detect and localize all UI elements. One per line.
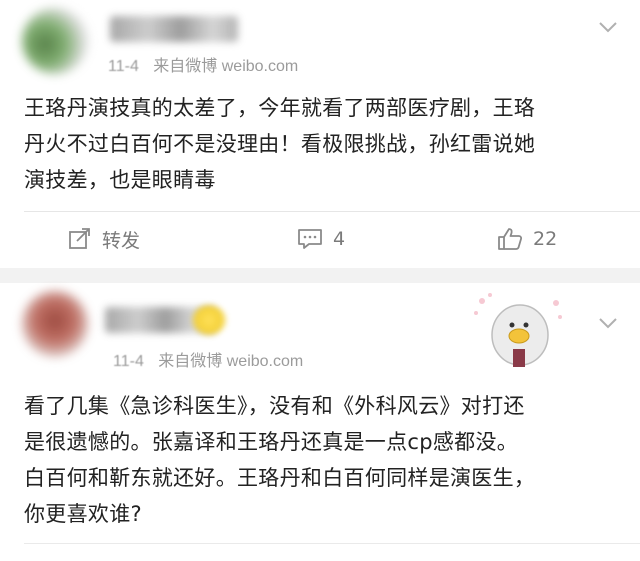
duck-sticker-icon xyxy=(474,293,562,367)
post-text-line: 演技差，也是眼睛毒 xyxy=(24,168,216,192)
repost-button[interactable]: 转发 xyxy=(68,217,140,261)
post-text-line: 你更喜欢谁? xyxy=(24,502,142,526)
repost-label: 转发 xyxy=(102,229,141,252)
avatar[interactable] xyxy=(22,8,88,74)
like-count: 22 xyxy=(533,228,558,250)
weibo-comment-feed: 11-4 来自微博 weibo.com 王珞丹演技真的太差了，今年就看了两部医疗… xyxy=(0,0,640,561)
post-text: 王珞丹演技真的太差了，今年就看了两部医疗剧，王珞 丹火不过白百何不是没理由！看极… xyxy=(24,90,624,198)
post-source: 来自微博 weibo.com xyxy=(158,353,304,370)
comment-count: 4 xyxy=(333,228,346,250)
avatar[interactable] xyxy=(22,291,88,357)
chevron-down-icon[interactable] xyxy=(598,20,618,34)
post-text-line: 看了几集《急诊科医生》，没有和《外科风云》对打还 xyxy=(24,394,525,418)
username-blurred[interactable] xyxy=(110,16,238,42)
post-text-line: 王珞丹演技真的太差了，今年就看了两部医疗剧，王珞 xyxy=(24,96,536,120)
like-button[interactable]: 22 xyxy=(497,217,557,261)
divider xyxy=(24,543,640,544)
post-text-line: 是很遗憾的。张嘉译和王珞丹还真是一点cp感都没。 xyxy=(24,430,519,454)
post-source: 来自微博 weibo.com xyxy=(153,58,299,75)
post-date: 11-4 xyxy=(113,353,144,370)
post-meta: 11-4 来自微博 weibo.com xyxy=(108,52,298,76)
comment-card: 11-4 来自微博 weibo.com 看了几集《急诊科医生》，没有和《外科风云… xyxy=(0,283,640,561)
action-bar: 转发 4 22 xyxy=(0,217,640,261)
post-text-line: 白百何和靳东就还好。王珞丹和白百何同样是演医生， xyxy=(24,466,536,490)
comment-button[interactable]: 4 xyxy=(297,217,345,261)
post-text: 看了几集《急诊科医生》，没有和《外科风云》对打还 是很遗憾的。张嘉译和王珞丹还真… xyxy=(24,388,624,532)
repost-icon xyxy=(69,228,90,249)
post-meta: 11-4 来自微博 weibo.com xyxy=(113,347,303,371)
post-text-line: 丹火不过白百何不是没理由！看极限挑战，孙红雷说她 xyxy=(24,132,536,156)
comment-icon xyxy=(298,229,322,249)
chevron-down-icon[interactable] xyxy=(598,316,618,330)
card-separator xyxy=(0,268,640,283)
divider xyxy=(24,211,640,212)
post-date: 11-4 xyxy=(108,58,139,75)
thumbs-up-icon xyxy=(498,228,523,250)
emoji-icon xyxy=(192,305,226,335)
comment-card: 11-4 来自微博 weibo.com 王珞丹演技真的太差了，今年就看了两部医疗… xyxy=(0,0,640,268)
